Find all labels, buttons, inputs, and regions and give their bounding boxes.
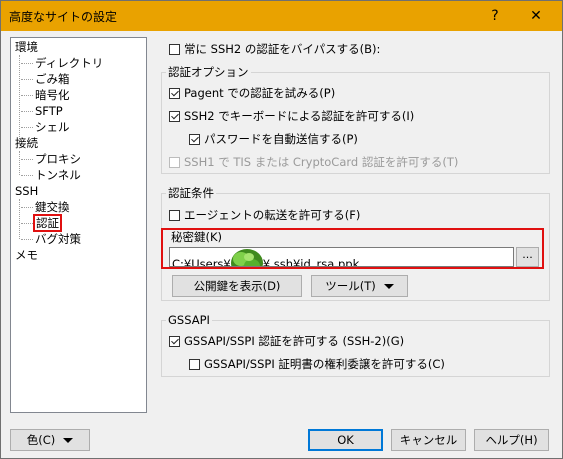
ok-button[interactable]: OK xyxy=(308,429,383,451)
chevron-down-icon xyxy=(383,284,394,289)
checkbox[interactable] xyxy=(169,44,180,55)
keyboard-auth-checkbox[interactable]: SSH2 でキーボードによる認証を許可する(I) xyxy=(169,107,414,125)
tree-item-directory[interactable]: ディレクトリ xyxy=(21,55,103,71)
tree-guide-line xyxy=(19,199,20,239)
settings-tree[interactable]: 環境 ディレクトリ ごみ箱 暗号化 SFTP シェル 接続 プロキシ トンネル … xyxy=(10,37,147,413)
show-public-key-button[interactable]: 公開鍵を表示(D) xyxy=(172,275,302,297)
gssapi-label: GSSAPI xyxy=(166,312,212,328)
window-title: 高度なサイトの設定 xyxy=(9,10,118,24)
auth-options-label: 認証オプション xyxy=(166,64,251,80)
tree-guide-line xyxy=(19,151,20,175)
cancel-button[interactable]: キャンセル xyxy=(391,429,466,451)
tree-item-shell[interactable]: シェル xyxy=(21,119,70,135)
help-button[interactable]: ヘルプ(H) xyxy=(474,429,549,451)
agent-forward-checkbox[interactable]: エージェントの転送を許可する(F) xyxy=(169,206,360,224)
tree-item-proxy[interactable]: プロキシ xyxy=(21,151,81,167)
checkbox[interactable] xyxy=(169,111,180,122)
private-key-field[interactable]: C:¥Users¥ ¥.ssh¥id_rsa.ppk xyxy=(169,247,514,267)
tree-item-environment[interactable]: 環境 xyxy=(15,39,38,55)
authentication-panel: 常に SSH2 の認証をバイパスする(B): 認証オプション Pagent での… xyxy=(161,37,553,417)
password-auto-send-checkbox[interactable]: パスワードを自動送信する(P) xyxy=(189,130,358,148)
close-icon[interactable]: ✕ xyxy=(516,1,556,31)
help-icon[interactable]: ? xyxy=(475,1,515,31)
bypass-auth-checkbox[interactable]: 常に SSH2 の認証をバイパスする(B): xyxy=(169,40,380,58)
checkbox[interactable] xyxy=(189,359,200,370)
tree-item-encryption[interactable]: 暗号化 xyxy=(21,87,70,103)
gssapi-delegation-checkbox[interactable]: GSSAPI/SSPI 証明書の権利委譲を許可する(C) xyxy=(189,355,445,373)
gssapi-auth-checkbox[interactable]: GSSAPI/SSPI 認証を許可する (SSH-2)(G) xyxy=(169,332,404,350)
checkbox[interactable] xyxy=(189,134,200,145)
tree-item-sftp[interactable]: SFTP xyxy=(21,103,63,119)
tree-item-memo[interactable]: メモ xyxy=(15,247,38,263)
advanced-site-settings-dialog: 高度なサイトの設定 ? ✕ 環境 ディレクトリ ごみ箱 暗号化 SFTP シェル… xyxy=(0,0,563,459)
title-bar: 高度なサイトの設定 ? ✕ xyxy=(1,1,562,31)
redaction-blob xyxy=(230,249,263,266)
tree-item-bug-workarounds[interactable]: バグ対策 xyxy=(21,231,81,247)
chevron-down-icon xyxy=(63,438,74,443)
tools-dropdown-button[interactable]: ツール(T) xyxy=(311,275,408,297)
checkbox[interactable] xyxy=(169,157,180,168)
tree-item-key-exchange[interactable]: 鍵交換 xyxy=(21,199,70,215)
private-key-label: 秘密鍵(K) xyxy=(171,230,223,244)
color-dropdown-button[interactable]: 色(C) xyxy=(10,429,90,451)
tree-item-ssh[interactable]: SSH xyxy=(15,183,38,199)
checkbox[interactable] xyxy=(169,336,180,347)
tree-item-recycle-bin[interactable]: ごみ箱 xyxy=(21,71,70,87)
tree-item-authentication[interactable]: 認証 xyxy=(21,214,62,232)
tree-item-connection[interactable]: 接続 xyxy=(15,135,38,151)
checkbox[interactable] xyxy=(169,88,180,99)
tis-cryptocard-checkbox[interactable]: SSH1 で TIS または CryptoCard 認証を許可する(T) xyxy=(169,153,458,171)
pageant-auth-checkbox[interactable]: Pagent での認証を試みる(P) xyxy=(169,84,335,102)
auth-conditions-label: 認証条件 xyxy=(166,185,216,201)
tree-guide-line xyxy=(19,55,20,143)
checkbox[interactable] xyxy=(169,210,180,221)
browse-key-button[interactable]: ... xyxy=(516,247,539,267)
tree-item-tunnel[interactable]: トンネル xyxy=(21,167,81,183)
